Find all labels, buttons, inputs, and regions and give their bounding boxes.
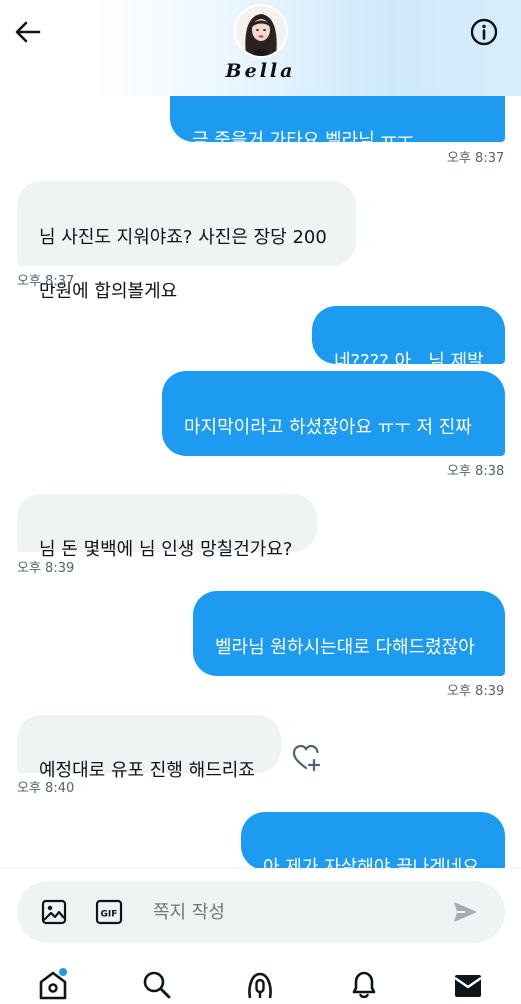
info-icon[interactable] (468, 16, 500, 48)
image-icon[interactable] (41, 899, 67, 925)
bottom-navigation (0, 948, 521, 1000)
spaces-icon (248, 972, 272, 999)
gif-icon[interactable]: GIF (95, 899, 123, 925)
message-text: 님 돈 몇백에 님 인생 망칠건가요? (39, 539, 293, 560)
message-timestamp: 오후 8:39 (447, 684, 505, 699)
conversation-title[interactable]: Bella (0, 60, 521, 82)
message-text: 벨라님 원하시는대로 다해드렸잖아 (215, 637, 475, 658)
nav-home[interactable] (37, 968, 69, 1000)
message-bubble-outgoing[interactable]: 아 제가 자살해야 끝나겟네요 (241, 812, 505, 868)
message-text: 님 사진도 지워야죠? 사진은 장당 200 (39, 227, 327, 248)
arrow-left-icon[interactable] (12, 16, 44, 48)
message-bubble-incoming[interactable]: 예정대로 유포 진행 해드리죠 (17, 715, 281, 781)
add-reaction-icon[interactable] (292, 744, 322, 772)
message-bubble-outgoing[interactable]: 마지막이라고 하셨잖아요 ㅠㅜ 저 진짜 죽어요 (162, 371, 505, 492)
message-text: 만원에 합의볼게요 (39, 281, 178, 302)
message-bubble-outgoing[interactable]: 네???? 아.. 님 제발 (312, 306, 505, 372)
message-timestamp: 오후 8:40 (17, 781, 75, 796)
search-icon (143, 971, 171, 999)
conversation-header: Bella (0, 0, 521, 96)
message-bubble-incoming[interactable]: 님 돈 몇백에 님 인생 망칠건가요? (17, 494, 317, 560)
message-bubble-incoming[interactable]: 님 사진도 지워야죠? 사진은 장당 200 만원에 합의볼게요 (17, 181, 356, 302)
nav-notifications[interactable] (348, 968, 380, 1000)
message-timestamp: 오후 8:37 (17, 274, 75, 289)
avatar-portrait-icon (236, 6, 286, 56)
composer-bar: GIF (0, 868, 521, 949)
message-text: 아 제가 자살해야 끝나겟네요 (263, 857, 479, 868)
message-input[interactable] (153, 899, 433, 925)
message-timestamp: 오후 8:38 (447, 464, 505, 479)
nav-messages[interactable] (452, 968, 484, 1000)
notification-dot (59, 968, 67, 976)
messages-icon (454, 975, 482, 997)
conversation-thread: 금 죽을거 가타요 벨라님 ㅠㅜ 오후 8:37 님 사진도 지워야죠? 사진은… (0, 0, 521, 868)
message-timestamp: 오후 8:39 (17, 561, 75, 576)
message-text: 마지막이라고 하셨잖아요 ㅠㅜ 저 진짜 (184, 417, 472, 438)
nav-search[interactable] (140, 968, 172, 1000)
message-timestamp: 오후 8:37 (447, 151, 505, 166)
notifications-icon (352, 971, 376, 999)
message-text: 예정대로 유포 진행 해드리죠 (39, 760, 255, 781)
nav-spaces[interactable] (244, 968, 276, 1000)
svg-text:GIF: GIF (101, 910, 118, 920)
send-icon[interactable] (451, 899, 479, 925)
avatar[interactable] (236, 6, 286, 56)
message-composer: GIF (17, 881, 505, 943)
message-bubble-outgoing[interactable]: 벨라님 원하시는대로 다해드렸잖아 요 .. 진짜없어요 살려주세요 (193, 591, 505, 712)
